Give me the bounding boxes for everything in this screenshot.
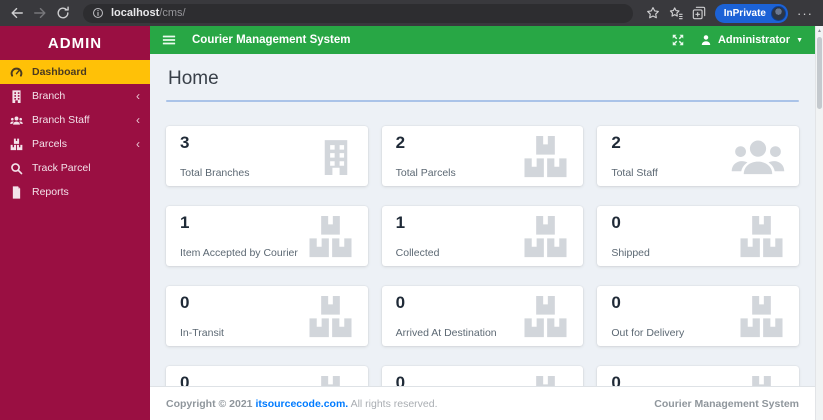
stat-label: Arrived At Destination [395, 327, 497, 339]
stat-label: Collected [395, 247, 440, 259]
users-icon [10, 114, 23, 127]
sidebar-item-parcels[interactable]: Parcels ‹ [0, 132, 150, 156]
users-icon [731, 137, 785, 177]
sidebar-item-label: Dashboard [32, 66, 87, 78]
stat-card-total-staff: 2 Total Staff [597, 126, 799, 186]
footer-link[interactable]: itsourcecode.com. [255, 398, 348, 410]
favorites-icon[interactable] [646, 6, 660, 20]
sidebar-item-branch-staff[interactable]: Branch Staff ‹ [0, 108, 150, 132]
boxes-icon [738, 216, 785, 258]
inprivate-badge[interactable]: InPrivate [714, 3, 788, 23]
url-host: localhost [111, 7, 160, 19]
stat-card-total-branches: 3 Total Branches [166, 126, 368, 186]
stat-card-in-transit: 0 In-Transit [166, 286, 368, 346]
scroll-up-icon[interactable]: ▲ [816, 28, 823, 34]
stat-card-shipped: 0 Shipped [597, 206, 799, 266]
stat-value: 0 [395, 293, 406, 312]
stat-card-total-parcels: 2 Total Parcels [381, 126, 584, 186]
refresh-icon[interactable] [56, 6, 70, 20]
collections-icon[interactable] [669, 6, 683, 20]
stat-value: 0 [611, 293, 621, 312]
page-content: Home 3 Total Branches 2 Total Parcels 2 Tot… [150, 54, 815, 420]
boxes-icon [522, 296, 569, 338]
stat-label: In-Transit [180, 327, 224, 339]
stat-card-collected: 1 Collected [381, 206, 584, 266]
building-icon [318, 134, 354, 180]
user-menu[interactable]: Administrator ▼ [700, 34, 803, 46]
stat-value: 1 [395, 213, 406, 232]
stats-grid: 3 Total Branches 2 Total Parcels 2 Total St… [166, 126, 799, 420]
sidebar: ADMIN Dashboard Branch ‹ Branch Staff ‹ … [0, 26, 150, 420]
info-icon[interactable] [92, 7, 104, 19]
chevron-left-icon: ‹ [136, 137, 140, 151]
url-path: /cms/ [159, 7, 186, 19]
stat-label: Item Accepted by Courier [180, 247, 298, 259]
stat-card-out-for-delivery: 0 Out for Delivery [597, 286, 799, 346]
app-title: Courier Management System [192, 34, 351, 46]
boxes-icon [307, 216, 354, 258]
sidebar-item-reports[interactable]: Reports [0, 180, 150, 204]
boxes-icon [522, 216, 569, 258]
sidebar-item-label: Track Parcel [32, 162, 91, 174]
gauge-icon [10, 66, 23, 79]
url-text: localhost/cms/ [111, 7, 186, 19]
stat-value: 0 [611, 213, 621, 232]
scrollbar-thumb[interactable] [817, 37, 822, 109]
vertical-scrollbar[interactable]: ▲ [815, 26, 823, 420]
user-label: Administrator [717, 34, 791, 46]
sidebar-brand: ADMIN [47, 34, 103, 52]
browser-toolbar: localhost/cms/ InPrivate ··· [0, 0, 823, 26]
footer: Copyright © 2021 itsourcecode.com. All r… [150, 386, 815, 420]
fullscreen-expand-icon[interactable] [672, 34, 684, 46]
stat-label: Total Branches [180, 167, 250, 179]
back-icon[interactable] [10, 6, 24, 20]
file-icon [10, 186, 23, 199]
boxes-icon [10, 138, 23, 151]
stat-label: Total Parcels [395, 167, 456, 179]
address-bar[interactable]: localhost/cms/ [83, 3, 633, 23]
stat-card-item-accepted: 1 Item Accepted by Courier [166, 206, 368, 266]
boxes-icon [522, 136, 569, 178]
chevron-left-icon: ‹ [136, 113, 140, 127]
caret-down-icon: ▼ [796, 36, 803, 44]
stat-label: Total Staff [611, 167, 658, 179]
footer-rights: All rights reserved. [350, 397, 438, 410]
footer-brand: Courier Management System [654, 397, 799, 410]
stat-label: Shipped [611, 247, 650, 259]
stat-value: 1 [180, 213, 190, 232]
footer-copyright-bold: Copyright © 2021 [166, 397, 253, 410]
inprivate-label: InPrivate [723, 7, 766, 19]
app-window: ADMIN Dashboard Branch ‹ Branch Staff ‹ … [0, 26, 823, 420]
forward-icon[interactable] [33, 6, 47, 20]
chevron-left-icon: ‹ [136, 89, 140, 103]
topbar: Courier Management System Administrator … [150, 26, 815, 54]
footer-copyright: Copyright © 2021 itsourcecode.com. All r… [166, 398, 438, 410]
building-icon [10, 90, 23, 103]
sidebar-item-label: Branch [32, 90, 66, 102]
sidebar-item-label: Parcels [32, 138, 68, 150]
menu-bars-icon[interactable] [162, 33, 176, 47]
tab-groups-icon[interactable] [692, 6, 706, 20]
stat-value: 2 [611, 133, 621, 152]
profile-avatar [771, 5, 786, 21]
user-icon [700, 34, 712, 46]
sidebar-item-dashboard[interactable]: Dashboard [0, 60, 150, 84]
title-divider [166, 100, 799, 102]
search-icon [10, 162, 23, 175]
stat-value: 0 [180, 293, 190, 312]
stat-value: 3 [180, 133, 190, 152]
stat-value: 2 [395, 133, 406, 152]
sidebar-item-track-parcel[interactable]: Track Parcel [0, 156, 150, 180]
more-icon[interactable]: ··· [797, 7, 813, 20]
main-area: Courier Management System Administrator … [150, 26, 815, 420]
boxes-icon [307, 296, 354, 338]
stat-label: Out for Delivery [611, 327, 685, 339]
page-title: Home [168, 68, 219, 89]
sidebar-item-branch[interactable]: Branch ‹ [0, 84, 150, 108]
sidebar-item-label: Branch Staff [32, 114, 90, 126]
sidebar-item-label: Reports [32, 186, 69, 198]
boxes-icon [738, 296, 785, 338]
stat-card-arrived: 0 Arrived At Destination [381, 286, 584, 346]
